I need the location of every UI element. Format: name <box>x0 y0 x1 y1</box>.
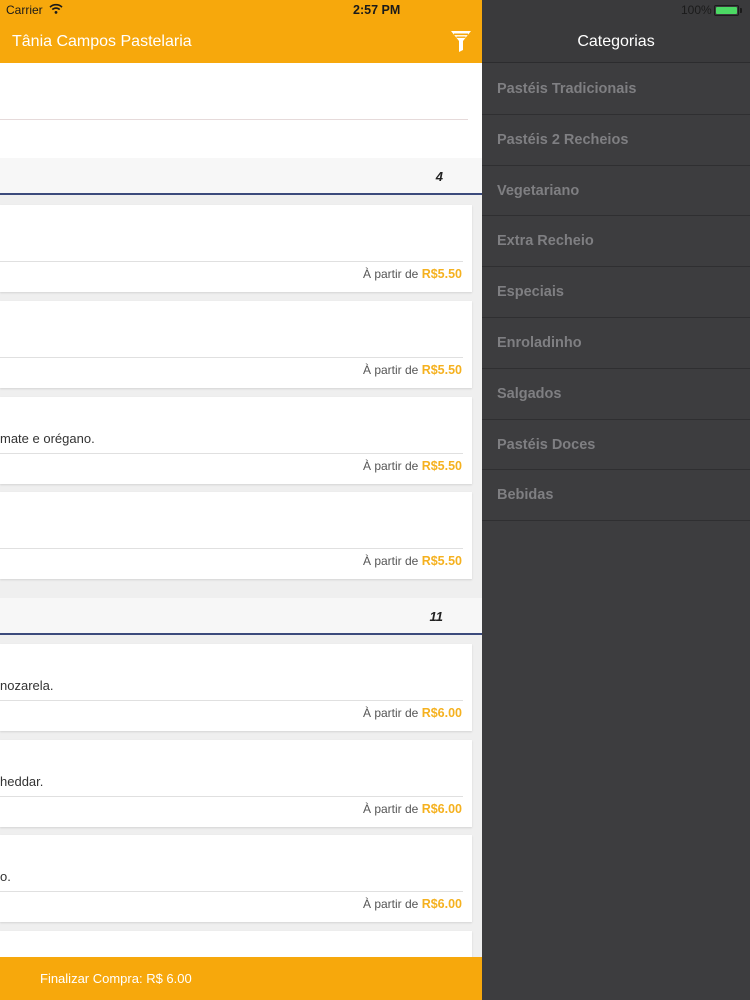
price-row: À partir de R$5.50 <box>363 554 462 568</box>
product-card[interactable]: À partir de R$5.50 <box>0 301 472 388</box>
battery-percentage: 100% <box>681 3 712 17</box>
price-prefix: À partir de <box>362 363 419 377</box>
price-row: À partir de R$6.00 <box>363 802 462 816</box>
menu-title: Categorias <box>577 33 655 50</box>
section-header: 11 <box>0 598 482 635</box>
search-underline <box>0 119 468 120</box>
categories-side-menu: 100% Categorias Pastéis Tradicionais Pas… <box>482 0 750 1000</box>
product-card[interactable]: heddar. À partir de R$6.00 <box>0 740 472 827</box>
price-row: À partir de R$6.00 <box>363 706 462 720</box>
category-item-extra-recheio[interactable]: Extra Recheio <box>482 216 750 268</box>
battery-tip <box>740 8 742 13</box>
product-description: heddar. <box>0 774 44 789</box>
category-item-vegetariano[interactable]: Vegetariano <box>482 166 750 217</box>
category-item-salgados[interactable]: Salgados <box>482 369 750 420</box>
price-prefix: À partir de <box>362 706 419 720</box>
product-price: R$6.00 <box>421 706 462 720</box>
price-prefix: À partir de <box>362 897 419 911</box>
product-description: mate e orégano. <box>0 431 95 446</box>
card-divider <box>0 453 463 454</box>
product-card[interactable]: o. À partir de R$6.00 <box>0 835 472 922</box>
price-prefix: À partir de <box>362 267 419 281</box>
checkout-button[interactable]: Finalizar Compra: R$ 6.00 <box>0 957 482 1000</box>
app-title: Tânia Campos Pastelaria <box>12 33 192 50</box>
product-price: R$5.50 <box>421 554 462 568</box>
category-item-pasteis-2-recheios[interactable]: Pastéis 2 Recheios <box>482 115 750 166</box>
price-prefix: À partir de <box>362 554 419 568</box>
navigation-bar: Carrier 2:57 PM Tânia Campos Pastelaria <box>0 0 482 63</box>
product-price: R$6.00 <box>421 802 462 816</box>
card-divider <box>0 261 463 262</box>
price-row: À partir de R$6.00 <box>363 897 462 911</box>
product-card[interactable]: mate e orégano. À partir de R$5.50 <box>0 397 472 484</box>
product-card[interactable]: nozarela. À partir de R$6.00 <box>0 644 472 731</box>
price-prefix: À partir de <box>362 802 419 816</box>
filter-funnel-icon[interactable] <box>449 29 473 53</box>
product-description: o. <box>0 869 11 884</box>
product-card[interactable]: À partir de R$5.50 <box>0 492 472 579</box>
section-item-count: 11 <box>429 609 444 624</box>
card-divider <box>0 357 463 358</box>
product-price: R$5.50 <box>421 459 462 473</box>
product-price: R$5.50 <box>421 363 462 377</box>
category-list: Pastéis Tradicionais Pastéis 2 Recheios … <box>482 64 750 522</box>
price-row: À partir de R$5.50 <box>363 363 462 377</box>
category-item-bebidas[interactable]: Bebidas <box>482 470 750 522</box>
price-prefix: À partir de <box>362 459 419 473</box>
section-header: 4 <box>0 158 482 195</box>
product-description: nozarela. <box>0 678 54 693</box>
price-row: À partir de R$5.50 <box>363 267 462 281</box>
status-time: 2:57 PM <box>353 3 401 17</box>
product-price: R$5.50 <box>421 267 462 281</box>
product-price: R$6.00 <box>421 897 462 911</box>
battery-icon <box>714 5 739 16</box>
product-card[interactable]: À partir de R$5.50 <box>0 205 472 292</box>
section-item-count: 4 <box>435 169 443 184</box>
carrier-label: Carrier <box>6 3 43 17</box>
section-divider <box>0 633 482 635</box>
category-item-enroladinho[interactable]: Enroladinho <box>482 318 750 369</box>
menu-header: 100% Categorias <box>482 0 750 63</box>
product-list-panel: Carrier 2:57 PM Tânia Campos Pastelaria … <box>0 0 482 1000</box>
card-divider <box>0 548 463 549</box>
category-item-especiais[interactable]: Especiais <box>482 267 750 318</box>
checkout-label: Finalizar Compra: R$ 6.00 <box>40 971 192 986</box>
category-item-pasteis-tradicionais[interactable]: Pastéis Tradicionais <box>482 64 750 115</box>
card-divider <box>0 891 463 892</box>
section-divider <box>0 193 482 195</box>
price-row: À partir de R$5.50 <box>363 459 462 473</box>
category-item-pasteis-doces[interactable]: Pastéis Doces <box>482 420 750 471</box>
card-divider <box>0 700 463 701</box>
wifi-icon <box>49 3 63 14</box>
card-divider <box>0 796 463 797</box>
